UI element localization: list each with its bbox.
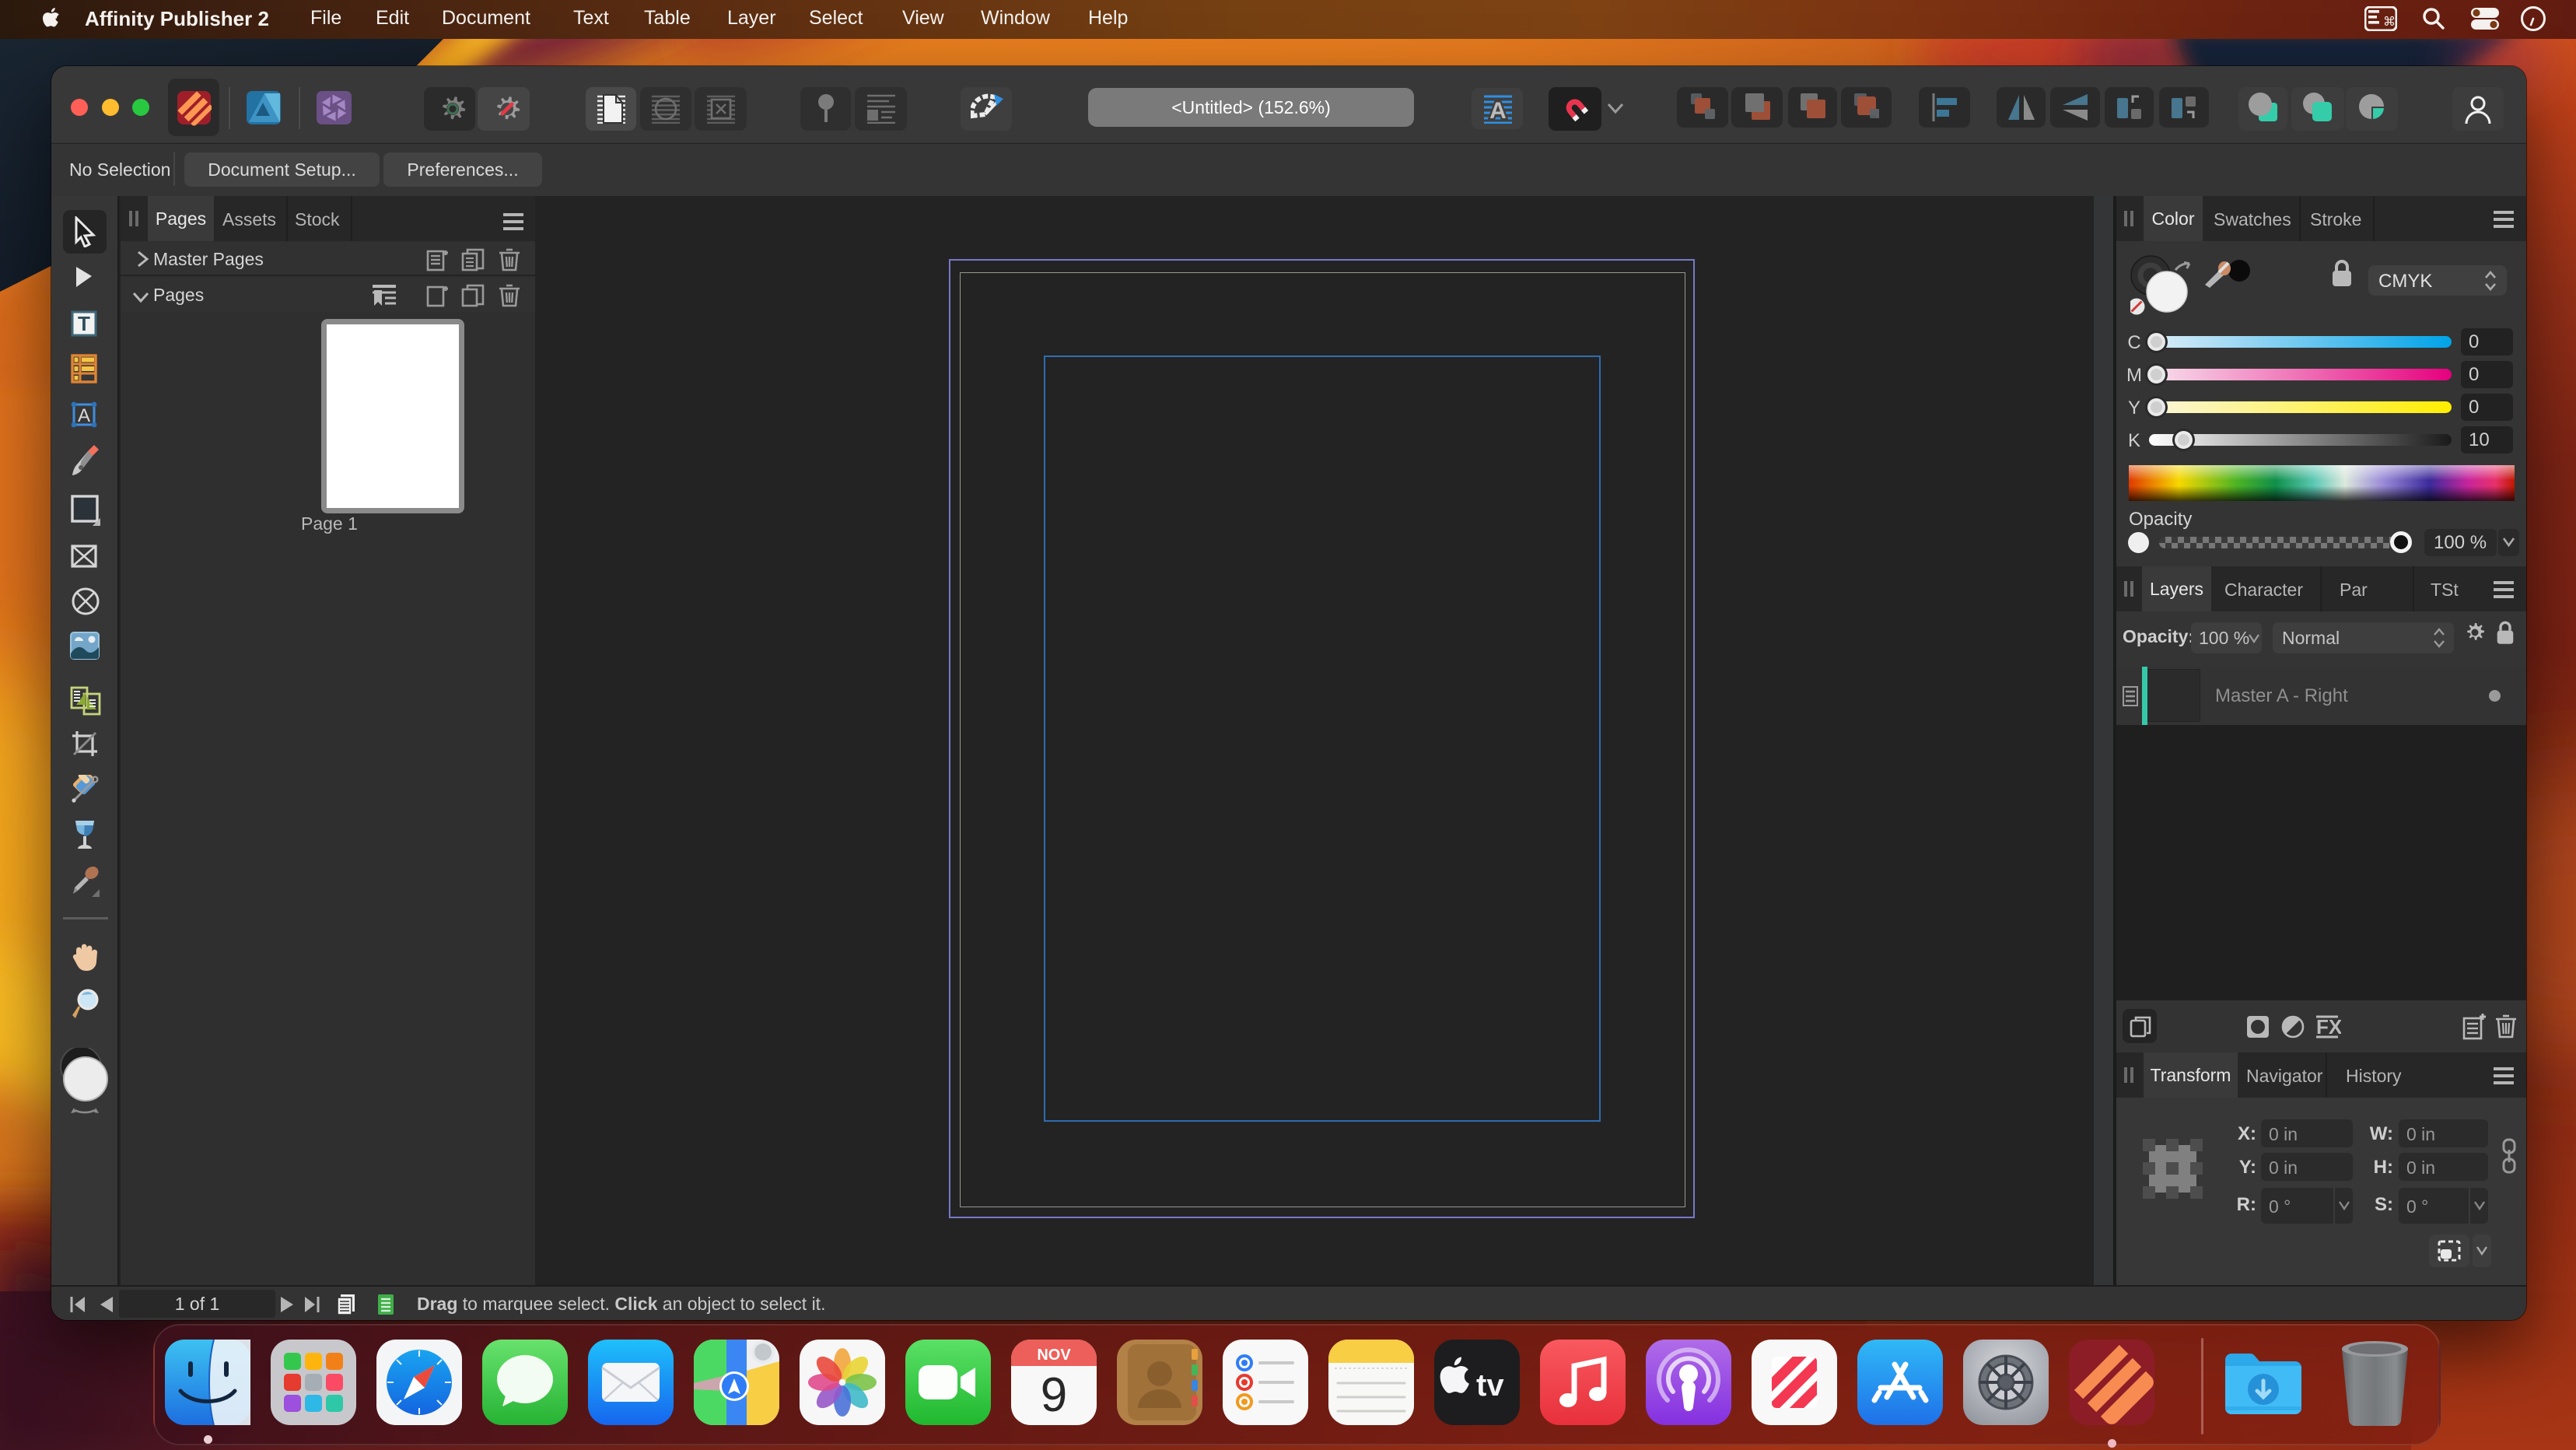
svg-text:NOV: NOV — [1037, 1347, 1071, 1364]
svg-text:A: A — [1489, 98, 1507, 124]
svg-text:A: A — [78, 405, 90, 426]
svg-text:tv: tv — [1476, 1368, 1504, 1403]
svg-text:FX: FX — [2316, 1015, 2341, 1038]
svg-text:T: T — [78, 312, 90, 335]
svg-text:⌘: ⌘ — [2383, 16, 2396, 29]
svg-text:9: 9 — [1041, 1368, 1067, 1422]
